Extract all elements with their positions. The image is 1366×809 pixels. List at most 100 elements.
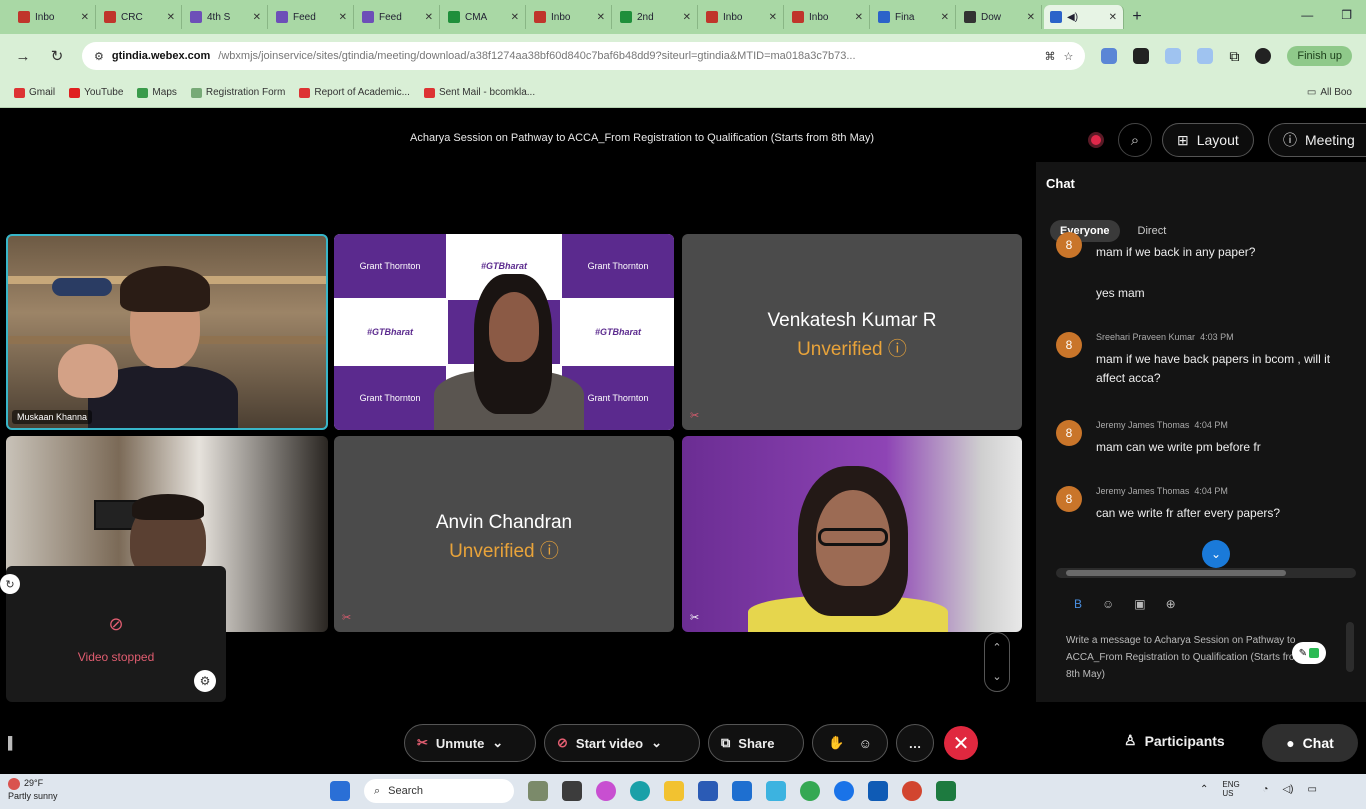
bookmark-youtube[interactable]: YouTube [69, 87, 123, 98]
extension-icon[interactable] [1133, 48, 1150, 64]
scrollbar-thumb[interactable] [1066, 570, 1286, 576]
file-explorer-icon[interactable] [664, 781, 684, 801]
send-button[interactable]: ✎ [1292, 642, 1326, 664]
minimize-icon[interactable]: — [1301, 8, 1313, 22]
chrome-icon[interactable] [800, 781, 820, 801]
copilot-icon[interactable] [596, 781, 616, 801]
close-icon[interactable]: ✕ [511, 12, 519, 23]
gear-icon[interactable]: ⚙ [194, 670, 216, 692]
chevron-down-icon[interactable]: ⌄ [992, 670, 1001, 683]
wifi-icon[interactable]: ◔ [1262, 784, 1268, 795]
reload-icon[interactable]: ↻ [48, 47, 66, 65]
unmute-button[interactable]: ✂ Unmute ⌄ [404, 724, 536, 762]
store-icon[interactable] [698, 781, 718, 801]
video-tile-participant[interactable]: Venkatesh Kumar R Unverified ⓘ ✂ [682, 234, 1022, 430]
taskbar-search[interactable]: ⌕ Search [364, 779, 514, 803]
layout-button[interactable]: ⊞ Layout [1162, 123, 1254, 157]
finish-update-button[interactable]: Finish up [1287, 46, 1352, 66]
scroll-down-button[interactable]: ⌄ [1202, 540, 1230, 568]
weather-widget[interactable]: 29°F Partly sunny [8, 777, 58, 802]
edge-icon[interactable] [630, 781, 650, 801]
leave-meeting-button[interactable]: ✕ [944, 726, 978, 760]
all-bookmarks[interactable]: ▭ All Boo [1307, 87, 1352, 98]
meeting-info-button[interactable]: ⓘ Meeting [1268, 123, 1366, 157]
outlook-icon[interactable] [868, 781, 888, 801]
translate-icon[interactable]: ⌘ [1044, 50, 1055, 63]
close-icon[interactable]: ✕ [683, 12, 691, 23]
windows-start-icon[interactable] [330, 781, 350, 801]
browser-tab[interactable]: Inbo ✕ [786, 5, 870, 29]
puzzle-icon[interactable]: ⧉ [1229, 48, 1239, 65]
bookmark-sent-mail[interactable]: Sent Mail - bcomkla... [423, 87, 535, 98]
photos-icon[interactable] [766, 781, 786, 801]
browser-tab-active[interactable]: ◀) ✕ [1044, 5, 1124, 29]
chat-button[interactable]: ● Chat [1262, 724, 1358, 762]
close-icon[interactable]: ✕ [81, 12, 89, 23]
more-options-button[interactable]: … [896, 724, 934, 762]
refresh-icon[interactable]: ↻ [0, 574, 20, 594]
browser-tab[interactable]: Feed ✕ [270, 5, 354, 29]
close-icon[interactable]: ✕ [941, 12, 949, 23]
more-icon[interactable]: ⊕ [1166, 597, 1176, 611]
browser-tab[interactable]: Inbo ✕ [700, 5, 784, 29]
chevron-up-icon[interactable]: ⌃ [1200, 784, 1208, 795]
url-field[interactable]: ⚙ gtindia.webex.com/wbxmjs/joinservice/s… [82, 42, 1086, 70]
star-icon[interactable]: ☆ [1063, 50, 1073, 63]
restore-icon[interactable]: ❐ [1341, 8, 1352, 22]
close-icon[interactable]: ✕ [597, 12, 605, 23]
mail-icon[interactable] [732, 781, 752, 801]
video-tile-speaker[interactable]: Muskaan Khanna [6, 234, 328, 430]
bookmark-maps[interactable]: Maps [137, 87, 177, 98]
browser-tab[interactable]: CRC ✕ [98, 5, 182, 29]
search-icon[interactable]: ⌕ [1118, 123, 1152, 157]
chevron-down-icon[interactable]: ⌄ [651, 735, 662, 751]
chevron-down-icon[interactable]: ⌄ [492, 735, 503, 751]
video-tile-participant[interactable]: Anvin Chandran Unverified ⓘ ✂ [334, 436, 674, 632]
bookmark-report[interactable]: Report of Academic... [299, 87, 410, 98]
compose-scrollbar[interactable] [1346, 622, 1354, 672]
bold-icon[interactable]: B [1074, 597, 1082, 611]
widgets-icon[interactable] [528, 781, 548, 801]
webex-icon[interactable] [834, 781, 854, 801]
raise-hand-icon[interactable]: ✋ [828, 735, 844, 751]
site-info-icon[interactable]: ⚙ [94, 50, 104, 63]
browser-tab[interactable]: 2nd ✕ [614, 5, 698, 29]
share-button[interactable]: ⧉ Share [708, 724, 804, 762]
new-tab-button[interactable]: + [1126, 8, 1148, 26]
extension-icon[interactable] [1197, 48, 1214, 64]
close-icon[interactable]: ✕ [339, 12, 347, 23]
close-icon[interactable]: ✕ [425, 12, 433, 23]
forward-icon[interactable]: → [14, 48, 32, 65]
file-icon[interactable]: ▣ [1134, 597, 1145, 611]
browser-tab[interactable]: CMA ✕ [442, 5, 526, 29]
chat-horizontal-scrollbar[interactable] [1056, 568, 1356, 578]
browser-tab[interactable]: Dow ✕ [958, 5, 1042, 29]
volume-icon[interactable]: ◁) [1282, 784, 1293, 795]
close-icon[interactable]: ✕ [1027, 12, 1035, 23]
app-icon[interactable] [902, 781, 922, 801]
browser-tab[interactable]: Fina ✕ [872, 5, 956, 29]
bookmark-gmail[interactable]: Gmail [14, 87, 55, 98]
participants-button[interactable]: ♙ Participants [1124, 732, 1225, 749]
reactions-button[interactable]: ✋ ☺ [812, 724, 888, 762]
language-indicator[interactable]: ENG US [1222, 780, 1248, 798]
chat-compose-input[interactable]: Write a message to Acharya Session on Pa… [1066, 632, 1316, 683]
chevron-up-icon[interactable]: ⌃ [992, 641, 1001, 654]
close-icon[interactable]: ✕ [167, 12, 175, 23]
browser-tab[interactable]: Inbo ✕ [12, 5, 96, 29]
tab-direct[interactable]: Direct [1138, 225, 1167, 237]
emoji-icon[interactable]: ☺ [1102, 597, 1114, 611]
browser-tab[interactable]: 4th S ✕ [184, 5, 268, 29]
close-icon[interactable]: ✕ [253, 12, 261, 23]
task-view-icon[interactable] [562, 781, 582, 801]
close-icon[interactable]: ✕ [769, 12, 777, 23]
emoji-icon[interactable]: ☺ [859, 736, 872, 751]
video-tile-participant-camera[interactable]: ✂ [682, 436, 1022, 632]
start-video-button[interactable]: ⊘ Start video ⌄ [544, 724, 700, 762]
close-icon[interactable]: ✕ [855, 12, 863, 23]
close-icon[interactable]: ✕ [1109, 12, 1117, 23]
browser-tab[interactable]: Feed ✕ [356, 5, 440, 29]
panel-toggle-icon[interactable]: ▌ [8, 736, 17, 750]
extension-icon[interactable] [1101, 48, 1118, 64]
battery-icon[interactable]: ▭ [1307, 784, 1316, 795]
